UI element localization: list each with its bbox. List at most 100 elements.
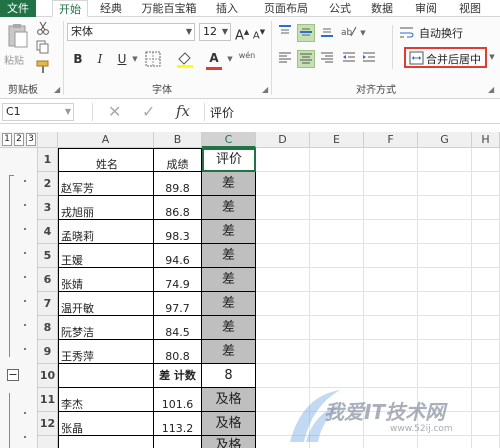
row-header[interactable]: 12: [38, 412, 58, 436]
subtotal-count-cell[interactable]: 8: [202, 364, 256, 388]
empty-cell[interactable]: [256, 364, 310, 388]
empty-cell[interactable]: [364, 220, 418, 244]
tab-toolbox[interactable]: 万能百宝箱: [136, 0, 202, 17]
column-header-b[interactable]: B: [154, 132, 202, 148]
cell-rating[interactable]: 及格: [202, 412, 256, 436]
empty-cell[interactable]: [472, 316, 500, 340]
empty-cell[interactable]: [472, 196, 500, 220]
empty-cell[interactable]: [256, 292, 310, 316]
row-header[interactable]: 5: [38, 244, 58, 268]
tab-formulas[interactable]: 公式: [322, 0, 358, 17]
cell-name[interactable]: [58, 364, 154, 388]
cell-score[interactable]: 97.7: [154, 292, 202, 316]
cell-score[interactable]: 80.8: [154, 340, 202, 364]
empty-cell[interactable]: [256, 220, 310, 244]
empty-cell[interactable]: [418, 196, 472, 220]
empty-cell[interactable]: [418, 364, 472, 388]
empty-cell[interactable]: [256, 244, 310, 268]
cell-score[interactable]: 98.3: [154, 220, 202, 244]
empty-cell[interactable]: [256, 172, 310, 196]
fill-color-icon[interactable]: [176, 50, 194, 68]
empty-cell[interactable]: [256, 196, 310, 220]
empty-cell[interactable]: [310, 364, 364, 388]
outline-collapse-button[interactable]: −: [7, 369, 19, 381]
enter-icon[interactable]: ✓: [142, 102, 155, 121]
column-header-c[interactable]: C: [202, 132, 256, 148]
cell-rating[interactable]: 差: [202, 340, 256, 364]
cell-name[interactable]: 阮梦洁: [58, 316, 154, 340]
column-header-d[interactable]: D: [256, 132, 310, 148]
cell-rating[interactable]: 及格: [202, 436, 256, 448]
empty-cell[interactable]: [418, 220, 472, 244]
paste-button-label[interactable]: 粘贴: [4, 52, 24, 67]
orientation-button[interactable]: ab: [340, 24, 358, 42]
empty-cell[interactable]: [364, 244, 418, 268]
row-header[interactable]: 7: [38, 292, 58, 316]
font-launcher-icon[interactable]: ◢: [262, 85, 268, 94]
wrap-text-button[interactable]: 自动换行: [399, 23, 491, 41]
cell-score[interactable]: 101.6: [154, 388, 202, 412]
empty-cell[interactable]: [418, 244, 472, 268]
tab-classic[interactable]: 经典: [93, 0, 129, 17]
decrease-indent-button[interactable]: [340, 50, 358, 68]
empty-cell[interactable]: [364, 172, 418, 196]
cell-rating[interactable]: 差: [202, 316, 256, 340]
empty-cell[interactable]: [310, 340, 364, 364]
empty-cell[interactable]: [364, 196, 418, 220]
header-cell-name[interactable]: 姓名: [58, 148, 154, 172]
copy-icon[interactable]: [36, 40, 50, 54]
empty-cell[interactable]: [472, 172, 500, 196]
empty-cell[interactable]: [364, 340, 418, 364]
cell-rating[interactable]: 差: [202, 292, 256, 316]
chevron-down-icon[interactable]: ▼: [226, 50, 234, 68]
empty-cell[interactable]: [310, 172, 364, 196]
cancel-icon[interactable]: ✕: [108, 102, 121, 121]
empty-cell[interactable]: [256, 340, 310, 364]
underline-button[interactable]: U: [114, 50, 130, 68]
tab-home[interactable]: 开始: [52, 0, 88, 17]
cell-name[interactable]: [58, 436, 154, 448]
font-name-select[interactable]: 宋体 ▼: [67, 23, 195, 41]
empty-cell[interactable]: [310, 148, 364, 172]
cell-rating[interactable]: 差: [202, 244, 256, 268]
cut-icon[interactable]: [36, 21, 50, 35]
italic-button[interactable]: I: [92, 50, 108, 68]
header-cell-score[interactable]: 成绩: [154, 148, 202, 172]
cell-score[interactable]: 113.2: [154, 412, 202, 436]
align-middle-button[interactable]: [297, 24, 315, 42]
outline-level-3-button[interactable]: 3: [26, 133, 36, 146]
row-header[interactable]: [38, 436, 58, 448]
align-bottom-button[interactable]: [318, 24, 336, 42]
cell-score[interactable]: 94.6: [154, 244, 202, 268]
empty-cell[interactable]: [310, 292, 364, 316]
empty-cell[interactable]: [364, 148, 418, 172]
row-header[interactable]: 1: [38, 148, 58, 172]
empty-cell[interactable]: [256, 316, 310, 340]
empty-cell[interactable]: [472, 292, 500, 316]
empty-cell[interactable]: [472, 220, 500, 244]
empty-cell[interactable]: [256, 148, 310, 172]
cell-rating[interactable]: 差: [202, 220, 256, 244]
tab-view[interactable]: 视图: [452, 0, 488, 17]
row-header[interactable]: 10: [38, 364, 58, 388]
paste-icon[interactable]: [6, 23, 30, 49]
cell-score[interactable]: 74.9: [154, 268, 202, 292]
empty-cell[interactable]: [418, 148, 472, 172]
insert-function-button[interactable]: fx: [176, 102, 190, 120]
merge-center-button[interactable]: 合并后居中: [404, 47, 487, 68]
grow-font-button[interactable]: A▲: [235, 23, 249, 43]
column-header-h[interactable]: H: [472, 132, 500, 148]
bold-button[interactable]: B: [70, 50, 86, 68]
subtotal-label-cell[interactable]: 差 计数: [154, 364, 202, 388]
select-all-corner[interactable]: [38, 132, 58, 148]
empty-cell[interactable]: [418, 340, 472, 364]
cell-rating[interactable]: 差: [202, 268, 256, 292]
tab-review[interactable]: 审阅: [408, 0, 444, 17]
increase-indent-button[interactable]: [360, 50, 378, 68]
cell-name[interactable]: 张晶: [58, 412, 154, 436]
tab-file[interactable]: 文件: [0, 0, 36, 17]
cell-name[interactable]: 赵军芳: [58, 172, 154, 196]
outline-level-1-button[interactable]: 1: [2, 133, 12, 146]
column-header-e[interactable]: E: [310, 132, 364, 148]
empty-cell[interactable]: [364, 292, 418, 316]
